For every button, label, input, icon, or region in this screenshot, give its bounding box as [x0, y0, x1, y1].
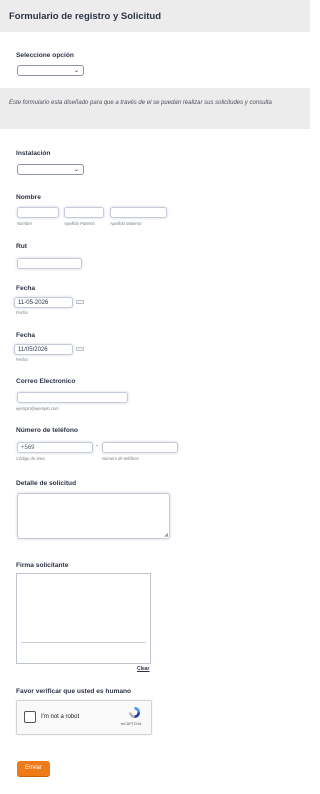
rut-input[interactable] — [17, 258, 82, 269]
recaptcha-logo-icon — [129, 707, 140, 718]
calendar-icon[interactable] — [76, 347, 84, 351]
paternal-surname-input[interactable] — [64, 207, 104, 218]
chevron-down-icon: ⌄ — [73, 68, 79, 74]
recaptcha-checkbox[interactable] — [24, 711, 36, 723]
phone-separator: - — [96, 443, 98, 449]
submit-button[interactable]: Enviar — [17, 761, 50, 776]
first-name-input[interactable] — [17, 207, 59, 218]
recaptcha-checkbox-label: I'm not a robot — [41, 714, 80, 720]
recaptcha-brand: reCAPTCHA — [121, 722, 142, 726]
date2-input[interactable]: 11/05/2026 — [14, 344, 73, 355]
phone-label: Número de teléfono — [16, 427, 78, 434]
date2-sublabel: Fecha — [16, 357, 28, 362]
captcha-label: Favor verificar que usted es humano — [16, 688, 132, 695]
form-title: Formulario de registro y Solicitud — [9, 11, 162, 22]
rut-label: Rut — [16, 243, 27, 250]
form-description: Este formulario esta diseñado para que a… — [9, 100, 272, 106]
paternal-surname-sublabel: Apellido Paterno — [64, 221, 95, 226]
installation-label: Instalación — [16, 150, 51, 157]
signature-pad[interactable] — [16, 573, 151, 664]
signature-clear-link[interactable]: Clear — [137, 666, 150, 672]
resize-handle-icon[interactable]: ◢ — [164, 533, 168, 538]
recaptcha-widget: I'm not a robot reCAPTCHA — [16, 700, 152, 735]
details-textarea[interactable]: ◢ — [17, 493, 170, 539]
phone-area-input[interactable]: +569 — [17, 442, 93, 453]
option-label: Seleccione opción — [16, 52, 74, 59]
option-select[interactable]: ⌄ — [17, 65, 84, 76]
form-header: Formulario de registro y Solicitud — [0, 0, 310, 32]
first-name-sublabel: Nombre — [17, 221, 32, 226]
date2-label: Fecha — [16, 332, 36, 339]
email-input[interactable] — [17, 392, 128, 403]
installation-select[interactable]: ⌄ — [17, 164, 84, 175]
form-description-band: Este formulario esta diseñado para que a… — [0, 88, 310, 129]
email-sublabel: ejemplo@ejemplo.com — [16, 406, 59, 411]
phone-area-sublabel: Código de área — [16, 456, 45, 461]
date1-sublabel: Fecha — [16, 310, 28, 315]
maternal-surname-input[interactable] — [110, 207, 167, 218]
calendar-icon[interactable] — [76, 300, 84, 304]
email-label: Correo Electronico — [16, 378, 76, 385]
date1-label: Fecha — [16, 285, 36, 292]
phone-number-sublabel: Número de teléfono — [102, 456, 139, 461]
signature-baseline — [21, 642, 146, 643]
maternal-surname-sublabel: Apellido Materno — [110, 221, 142, 226]
chevron-down-icon: ⌄ — [73, 167, 79, 173]
signature-label: Firma solicitante — [16, 562, 69, 569]
phone-number-input[interactable] — [102, 442, 178, 453]
details-label: Detalle de solicitud — [16, 480, 77, 487]
name-label: Nombre — [16, 194, 41, 201]
date1-input[interactable]: 11-05-2026 — [14, 297, 73, 308]
